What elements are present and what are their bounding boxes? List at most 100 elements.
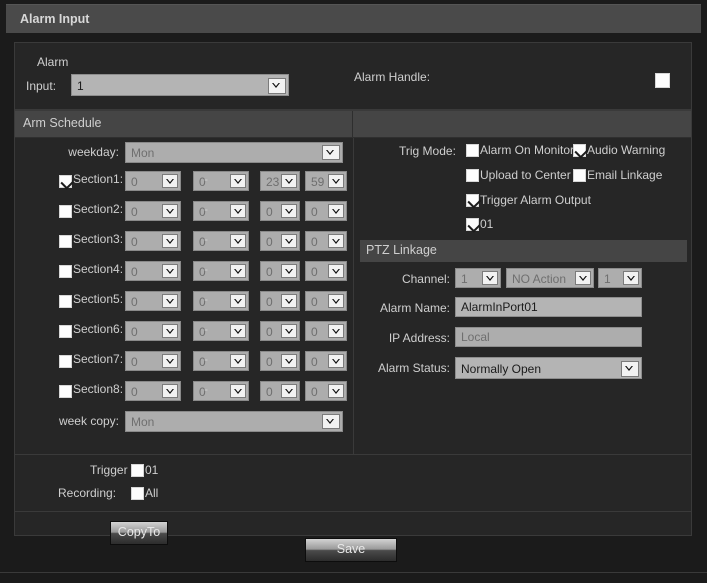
week-copy-select[interactable]: Mon [125,411,343,432]
chevron-down-icon [162,264,178,278]
section-row: Section1: 0 0 23 59 - [15,167,352,197]
section-start-minute-select[interactable]: 0 [193,231,249,251]
section-start-minute-select[interactable]: 0 [193,381,249,401]
section-row: Section8: 0 0 0 0- [15,377,352,407]
ptz-action-select[interactable]: NO Action [506,268,594,288]
section-label: Section7: [73,352,124,366]
section-start-hour-value: 0 [131,355,138,369]
section-start-minute-select[interactable]: 0 [193,291,249,311]
chevron-down-icon [281,204,297,218]
section-end-minute-select[interactable]: 0 [305,231,347,251]
chevron-down-icon [162,234,178,248]
section-start-hour-value: 0 [131,325,138,339]
section-range-dash: - [204,232,208,246]
section-end-hour-select[interactable]: 23 [260,171,300,191]
trig-email-linkage-checkbox[interactable] [573,169,586,182]
section-end-minute-select[interactable]: 0 [305,291,347,311]
trigger-recording-all-checkbox[interactable] [131,487,144,500]
section-start-minute-select[interactable]: 0 [193,261,249,281]
section-row: Section4: 0 0 0 0- [15,257,352,287]
section-end-hour-select[interactable]: 0 [260,231,300,251]
ptz-preset-select[interactable]: 1 [598,268,642,288]
section-start-hour-select[interactable]: 0 [125,231,181,251]
ptz-channel-select[interactable]: 1 [455,268,501,288]
section-enable-checkbox[interactable] [59,205,72,218]
section-enable-checkbox[interactable] [59,265,72,278]
alarm-status-select[interactable]: Normally Open [455,357,642,379]
section-range-dash: - [204,262,208,276]
section-end-hour-select[interactable]: 0 [260,381,300,401]
section-start-hour-select[interactable]: 0 [125,351,181,371]
section-end-minute-value: 0 [311,235,318,249]
section-start-minute-select[interactable]: 0 [193,351,249,371]
section-enable-checkbox[interactable] [59,235,72,248]
section-enable-checkbox[interactable] [59,175,72,188]
trig-audio-warning-checkbox[interactable] [573,144,586,157]
band-divider [352,111,353,137]
alarm-name-label: Alarm Name: [379,301,450,315]
chevron-down-icon [482,271,498,285]
ip-address-input[interactable]: Local [455,327,642,347]
section-start-hour-select[interactable]: 0 [125,171,181,191]
section-enable-checkbox[interactable] [59,385,72,398]
section-enable-checkbox[interactable] [59,355,72,368]
section-end-minute-select[interactable]: 0 [305,261,347,281]
section-end-minute-select[interactable]: 0 [305,201,347,221]
alarm-name-input-value: AlarmInPort01 [461,300,538,314]
section-range-dash: - [204,352,208,366]
alarm-handle-checkbox[interactable] [655,72,671,88]
section-end-hour-value: 0 [266,205,273,219]
save-button[interactable]: Save [305,538,397,562]
trig-alarm-on-monitor-checkbox[interactable] [466,144,479,157]
section-end-hour-select[interactable]: 0 [260,201,300,221]
section-start-hour-select[interactable]: 0 [125,321,181,341]
weekday-label: weekday: [68,145,119,159]
section-end-minute-select[interactable]: 0 [305,381,347,401]
section-end-minute-select[interactable]: 59 [305,171,347,191]
section-start-hour-select[interactable]: 0 [125,261,181,281]
section-end-minute-select[interactable]: 0 [305,321,347,341]
section-start-minute-select[interactable]: 0 [193,171,249,191]
arm-schedule-band: Arm Schedule [15,110,691,138]
alarm-name-input[interactable]: AlarmInPort01 [455,297,642,317]
chevron-down-icon [322,414,340,429]
section-start-hour-select[interactable]: 0 [125,381,181,401]
section-end-hour-select[interactable]: 0 [260,321,300,341]
alarm-input-select[interactable]: 1 [71,74,289,96]
weekday-select[interactable]: Mon [125,142,343,163]
section-label: Section2: [73,202,124,216]
chevron-down-icon [162,324,178,338]
weekday-select-value: Mon [131,146,155,160]
section-end-minute-select[interactable]: 0 [305,351,347,371]
section-end-minute-value: 0 [311,205,318,219]
section-label: Section3: [73,232,124,246]
section-row: Section5: 0 0 0 0- [15,287,352,317]
chevron-down-icon [328,204,344,218]
trigger-alarm-output-checkbox[interactable] [466,194,479,207]
ptz-preset-select-value: 1 [604,272,611,286]
chevron-down-icon [328,354,344,368]
section-end-hour-value: 0 [266,235,273,249]
trigger-recording-01-checkbox[interactable] [131,464,144,477]
trig-upload-to-center-checkbox[interactable] [466,169,479,182]
section-row: Section3: 0 0 0 0- [15,227,352,257]
chevron-down-icon [162,354,178,368]
section-start-minute-select[interactable]: 0 [193,201,249,221]
section-start-hour-select[interactable]: 0 [125,291,181,311]
section-end-hour-select[interactable]: 0 [260,261,300,281]
section-end-hour-select[interactable]: 0 [260,351,300,371]
section-end-hour-select[interactable]: 0 [260,291,300,311]
section-start-hour-select[interactable]: 0 [125,201,181,221]
trigger-recording-all-label: All [145,486,159,500]
alarm-input-select-value: 1 [77,79,84,93]
section-row: Section2: 0 0 0 0- [15,197,352,227]
trigger-alarm-output-01-checkbox[interactable] [466,218,479,231]
section-enable-checkbox[interactable] [59,295,72,308]
trig-upload-to-center-label: Upload to Center [480,168,571,182]
section-label: Section5: [73,292,124,306]
week-copy-label: week copy: [58,414,119,428]
chevron-down-icon [281,264,297,278]
section-enable-checkbox[interactable] [59,325,72,338]
section-start-minute-select[interactable]: 0 [193,321,249,341]
chevron-down-icon [230,264,246,278]
